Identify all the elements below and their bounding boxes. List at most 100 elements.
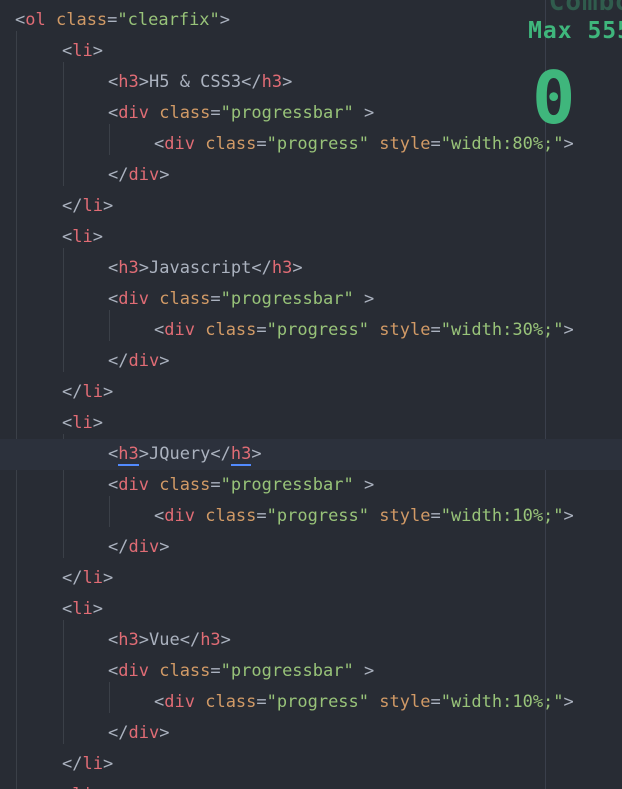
token-text-content — [149, 661, 159, 681]
code-line[interactable]: <div class="progressbar" > — [0, 656, 622, 687]
token-punctuation: = — [210, 289, 221, 309]
token-punctuation: > — [92, 41, 103, 61]
code-line[interactable]: </div> — [0, 346, 622, 377]
token-punctuation: > — [138, 72, 149, 92]
token-punctuation: = — [210, 661, 221, 681]
token-punctuation: > — [102, 754, 114, 774]
line-content: </li> — [62, 563, 113, 594]
token-punctuation: </ — [179, 630, 201, 650]
code-line[interactable]: </li> — [0, 377, 622, 408]
token-string-value: "width:10%;" — [440, 506, 564, 526]
token-tag-name: h3 — [271, 258, 293, 278]
token-text-content — [369, 506, 379, 526]
token-punctuation: > — [138, 444, 149, 464]
code-line-current[interactable]: <h3>JQuery</h3> — [0, 439, 622, 470]
token-tag-name: div — [118, 103, 149, 123]
code-line[interactable]: <li> — [0, 408, 622, 439]
code-line[interactable]: <div class="progressbar" > — [0, 284, 622, 315]
code-line[interactable]: <li> — [0, 594, 622, 625]
token-text-content — [195, 134, 205, 154]
line-content: </div> — [108, 532, 169, 563]
token-punctuation: = — [256, 134, 267, 154]
token-string-value: "clearfix" — [117, 10, 220, 30]
combo-max-label: Max 555 — [528, 18, 622, 44]
token-text-content — [149, 103, 159, 123]
token-text-content: Vue — [148, 630, 180, 650]
token-punctuation: </ — [251, 258, 272, 278]
token-punctuation: < — [108, 289, 119, 309]
token-punctuation: > — [292, 258, 303, 278]
line-content: </div> — [108, 346, 169, 377]
code-editor[interactable]: <ol class="clearfix"> <li> <h3>H5 & CSS3</… — [0, 0, 622, 789]
token-punctuation: </ — [108, 723, 129, 743]
token-punctuation: < — [108, 103, 119, 123]
line-content: </li> — [62, 749, 113, 780]
line-content: <div class="progress" style="width:10%;"… — [154, 687, 574, 718]
token-punctuation: > — [159, 537, 170, 557]
code-line[interactable]: <li> — [0, 222, 622, 253]
line-content: <div class="progressbar" > — [108, 284, 374, 315]
token-text-content: Javascript — [148, 258, 252, 278]
token-tag-name: li — [82, 196, 103, 216]
code-line[interactable]: <h3>H5 & CSS3</h3> — [0, 67, 622, 98]
token-punctuation: </ — [62, 382, 83, 402]
token-punctuation: > — [102, 382, 114, 402]
code-line[interactable]: <div class="progress" style="width:30%;"… — [0, 315, 622, 346]
token-text-content — [195, 506, 205, 526]
token-tag-name: div — [164, 134, 195, 154]
token-tag-name: li — [72, 413, 93, 433]
token-punctuation: = — [256, 506, 267, 526]
token-text-content — [149, 289, 159, 309]
line-content: <div class="progressbar" > — [108, 656, 374, 687]
code-line[interactable]: </li> — [0, 563, 622, 594]
token-tag-name: li — [82, 568, 103, 588]
token-punctuation: > — [563, 506, 574, 526]
line-content: </div> — [108, 160, 169, 191]
token-text-content — [369, 134, 379, 154]
token-attribute-name: style — [379, 506, 431, 526]
token-tag-name: h3 — [230, 444, 252, 466]
code-line[interactable]: <div class="progress" style="width:10%;"… — [0, 687, 622, 718]
code-line[interactable]: </div> — [0, 532, 622, 563]
line-content: <div class="progress" style="width:80%;"… — [154, 129, 574, 160]
token-tag-name: div — [164, 692, 195, 712]
code-line[interactable]: <div class="progress" style="width:10%;"… — [0, 501, 622, 532]
code-line[interactable]: <h3>Javascript</h3> — [0, 253, 622, 284]
line-content: <div class="progressbar" > — [108, 470, 374, 501]
code-line[interactable]: <div class="progressbar" > — [0, 470, 622, 501]
token-punctuation: > — [353, 289, 375, 309]
code-line[interactable]: <h3>Vue</h3> — [0, 625, 622, 656]
token-attribute-name: class — [159, 475, 211, 495]
token-punctuation: < — [154, 692, 165, 712]
line-content: <h3>Javascript</h3> — [108, 253, 303, 284]
token-punctuation: = — [107, 10, 118, 30]
line-content: </div> — [108, 718, 169, 749]
token-punctuation: </ — [108, 537, 129, 557]
token-tag-name: h3 — [261, 72, 283, 92]
token-string-value: "progress" — [266, 692, 370, 712]
token-punctuation: = — [210, 103, 221, 123]
token-punctuation: > — [138, 630, 149, 650]
token-punctuation: < — [154, 134, 165, 154]
combo-counter: Combo Max 555 — [528, 0, 622, 46]
token-tag-name: div — [118, 475, 149, 495]
token-punctuation: > — [353, 661, 375, 681]
code-line[interactable]: </div> — [0, 718, 622, 749]
token-punctuation: </ — [108, 351, 129, 371]
code-line[interactable]: <li> — [0, 780, 622, 789]
token-tag-name: h3 — [118, 630, 139, 650]
token-tag-name: h3 — [118, 72, 139, 92]
line-content: <h3>JQuery</h3> — [108, 439, 262, 470]
code-line[interactable]: <div class="progress" style="width:80%;"… — [0, 129, 622, 160]
token-tag-name: li — [82, 382, 103, 402]
token-punctuation: > — [92, 599, 103, 619]
token-string-value: "progress" — [266, 320, 370, 340]
code-line[interactable]: </div> — [0, 160, 622, 191]
token-punctuation: > — [563, 320, 574, 340]
token-punctuation: > — [93, 785, 103, 789]
token-attribute-name: class — [159, 661, 211, 681]
code-line[interactable]: </li> — [0, 191, 622, 222]
code-line[interactable]: <div class="progressbar" > — [0, 98, 622, 129]
token-attribute-name: class — [205, 320, 257, 340]
code-line[interactable]: </li> — [0, 749, 622, 780]
